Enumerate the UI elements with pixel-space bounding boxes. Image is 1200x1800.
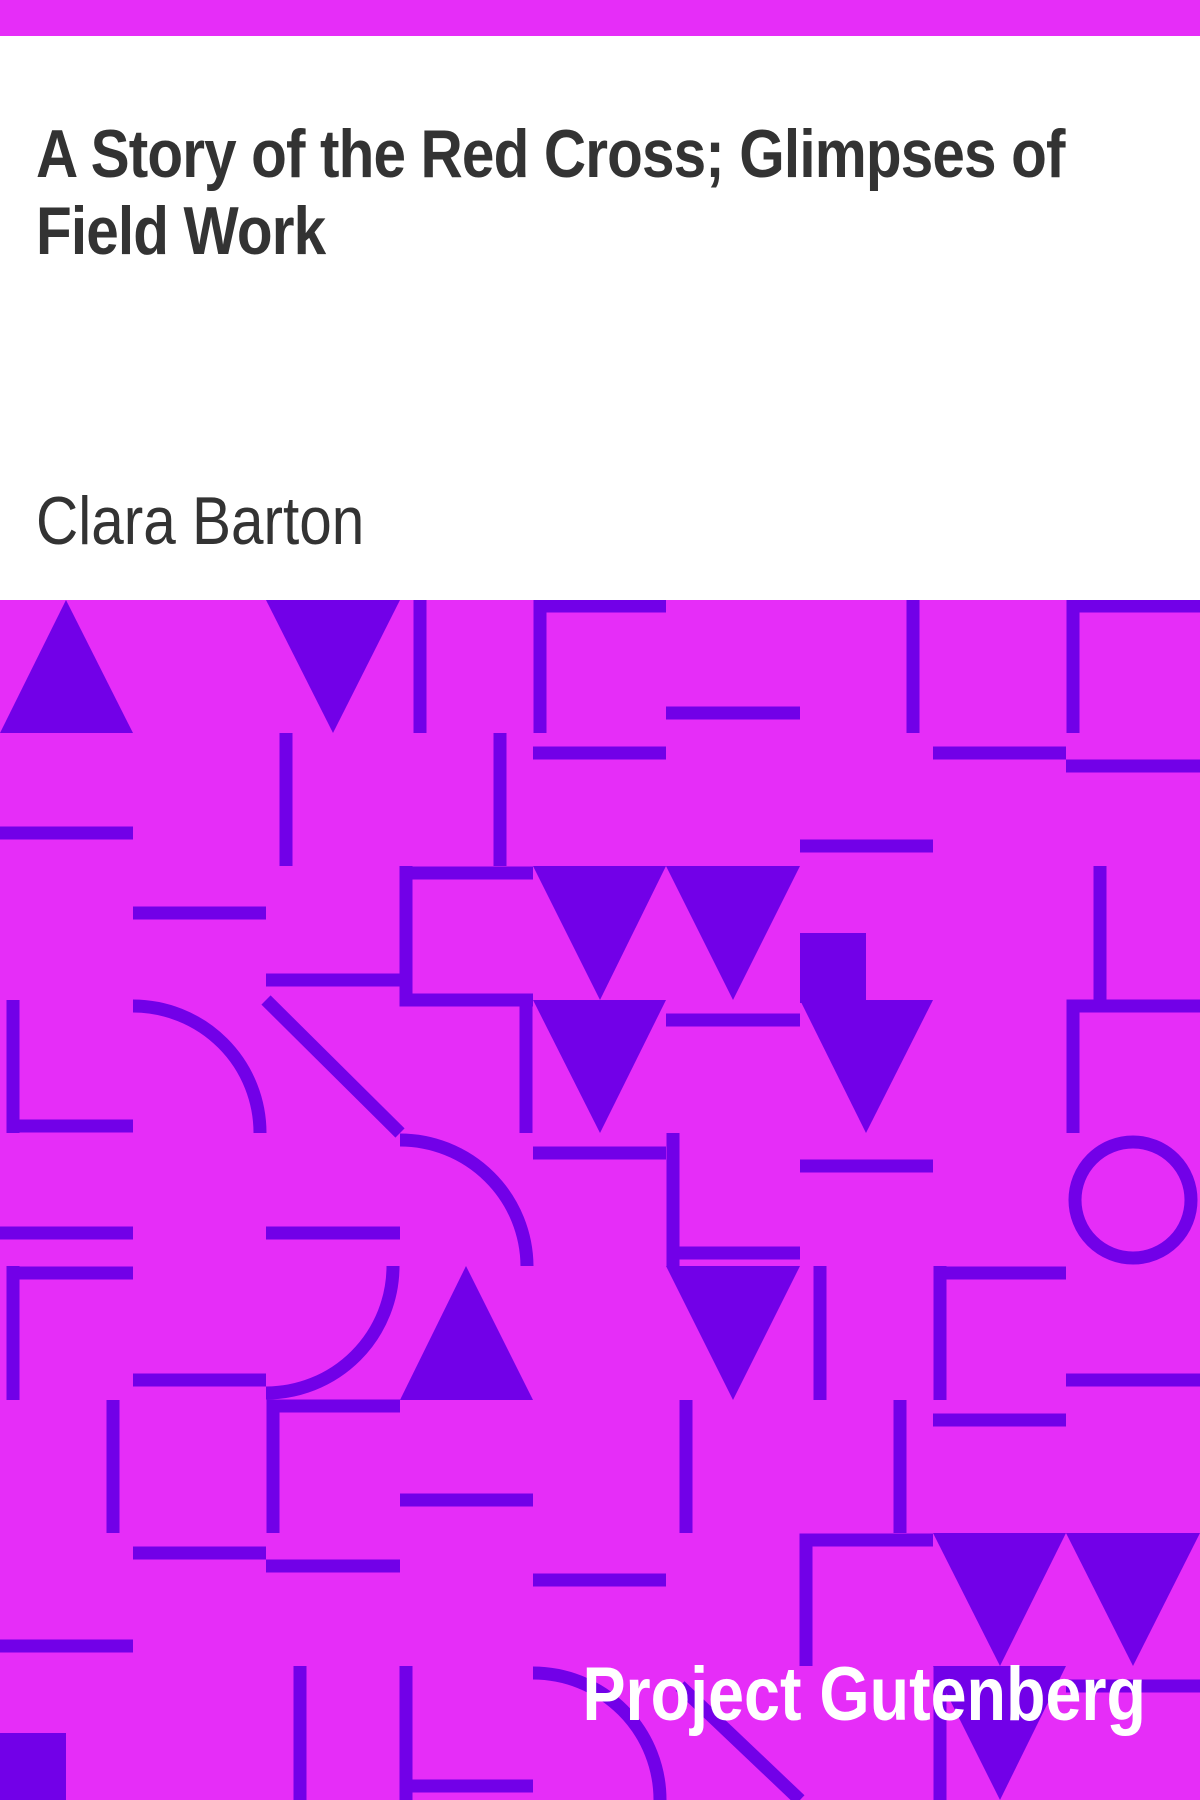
pattern-block [800,933,866,1003]
publisher-label: Project Gutenberg [582,1652,1146,1737]
pattern-triangle-down [933,1533,1066,1666]
pattern-triangle-down [1066,1533,1200,1666]
pattern-bracket [266,1399,400,1533]
pattern-bracket [399,866,533,1007]
pattern-triangle-down [266,600,400,733]
pattern-bracket [1066,600,1200,733]
pattern-bracket [666,1133,800,1260]
pattern-bracket [799,1533,933,1666]
pattern-triangle-down [533,1000,666,1133]
pattern-diagonal [261,995,405,1138]
pattern-arc [265,1265,400,1400]
pattern-triangle-up [0,600,133,733]
pattern-block [0,1733,66,1800]
pattern-bracket [6,1266,133,1400]
pattern-triangle-down [533,866,666,1000]
geometric-pattern [0,600,1200,1800]
pattern-bracket [933,1266,1066,1400]
pattern-triangle-down [666,1266,800,1400]
pattern-triangle-down [666,866,800,1000]
pattern-bracket [399,1666,533,1793]
pattern-triangle-up [400,1266,533,1400]
title-panel: A Story of the Red Cross; Glimpses of Fi… [0,36,1200,600]
book-author: Clara Barton [36,483,365,559]
pattern-arc [132,999,267,1134]
pattern-bracket [1066,999,1200,1133]
pattern-triangle-down [800,1000,933,1133]
top-color-band [0,0,1200,36]
pattern-ring [1068,1135,1198,1265]
pattern-bracket [533,600,666,733]
book-title: A Story of the Red Cross; Glimpses of Fi… [36,116,1065,269]
pattern-bracket [6,1000,133,1133]
pattern-arc [399,1133,534,1267]
pattern-bracket [399,866,533,1000]
